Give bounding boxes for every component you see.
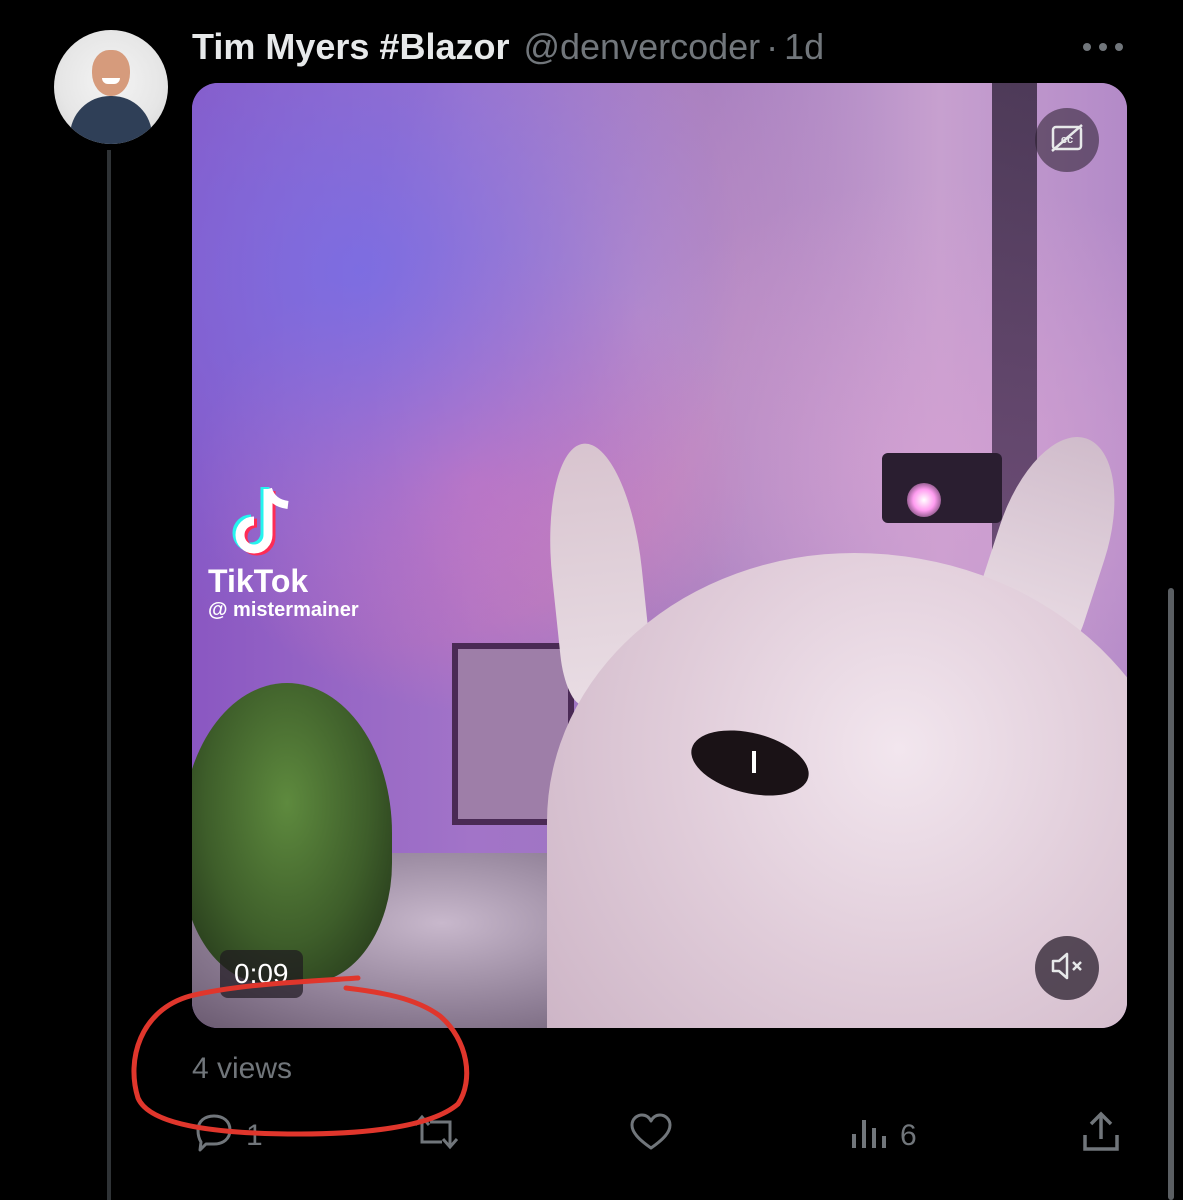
volume-muted-icon bbox=[1049, 951, 1085, 986]
video-light bbox=[907, 483, 941, 517]
retweet-icon bbox=[412, 1112, 460, 1160]
tiktok-logo-icon bbox=[232, 483, 302, 563]
thread-line bbox=[107, 150, 111, 1200]
mute-button[interactable] bbox=[1035, 936, 1099, 1000]
video-timestamp: 0:09 bbox=[220, 950, 303, 998]
analytics-button[interactable]: 6 bbox=[848, 1108, 917, 1164]
display-name[interactable]: Tim Myers #Blazor bbox=[192, 26, 509, 68]
dog-eye-glint bbox=[752, 751, 756, 773]
reply-button[interactable]: 1 bbox=[192, 1108, 263, 1164]
tiktok-watermark-brand: TikTok bbox=[208, 563, 309, 599]
closed-captions-off-icon: cc bbox=[1050, 123, 1084, 158]
avatar-shirt bbox=[70, 96, 152, 144]
tweet-time[interactable]: 1d bbox=[784, 26, 824, 68]
scrollbar[interactable] bbox=[1168, 588, 1174, 1200]
tweet-header: Tim Myers #Blazor @denvercoder · 1d bbox=[192, 22, 824, 72]
analytics-count: 6 bbox=[900, 1119, 917, 1152]
retweet-button[interactable] bbox=[412, 1108, 470, 1164]
tiktok-watermark-user: @ mistermainer bbox=[208, 599, 359, 621]
reply-count: 1 bbox=[246, 1119, 263, 1152]
video-plant bbox=[192, 683, 392, 983]
analytics-icon bbox=[848, 1112, 890, 1160]
view-count: 4 views bbox=[192, 1052, 293, 1085]
avatar[interactable] bbox=[54, 30, 168, 144]
avatar-head bbox=[92, 50, 130, 96]
separator-dot: · bbox=[766, 26, 779, 67]
share-icon bbox=[1080, 1111, 1122, 1161]
video-speaker bbox=[882, 453, 1002, 523]
more-horizontal-icon[interactable] bbox=[1080, 30, 1126, 64]
share-button[interactable] bbox=[1080, 1108, 1122, 1164]
heart-icon bbox=[628, 1112, 674, 1160]
video-player[interactable]: TikTok @ mistermainer cc 0:09 bbox=[192, 83, 1127, 1028]
like-button[interactable] bbox=[628, 1108, 684, 1164]
tweet-page: Tim Myers #Blazor @denvercoder · 1d TikT… bbox=[0, 0, 1183, 1200]
user-handle[interactable]: @denvercoder bbox=[523, 26, 760, 68]
closed-captions-button[interactable]: cc bbox=[1035, 108, 1099, 172]
reply-icon bbox=[192, 1112, 236, 1160]
